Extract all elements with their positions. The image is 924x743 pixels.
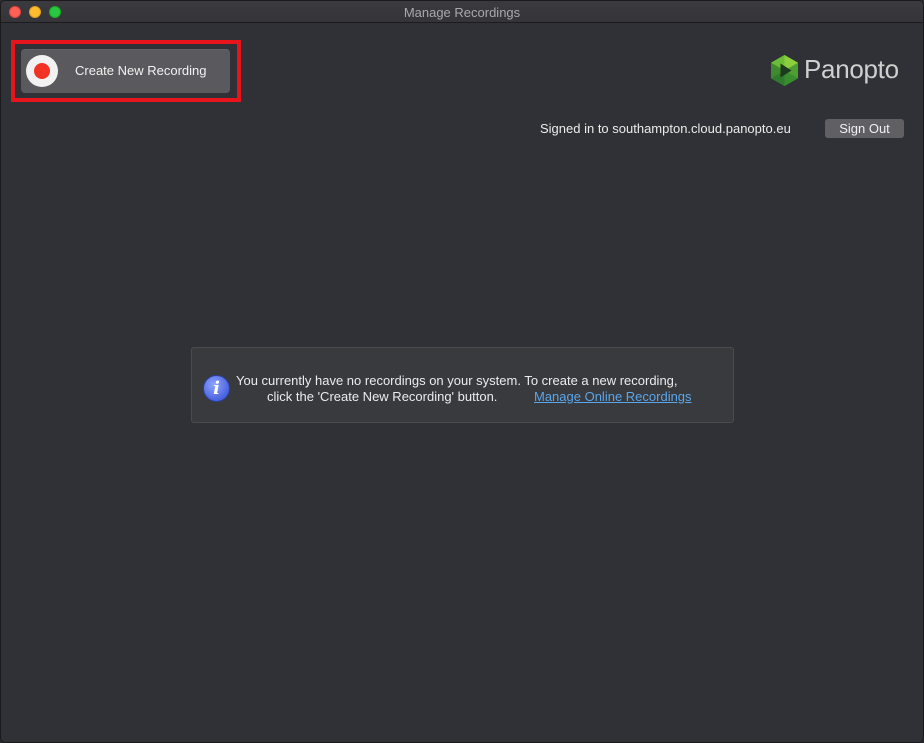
signed-in-status: Signed in to southampton.cloud.panopto.e…	[540, 121, 791, 136]
notice-message-line-2: click the 'Create New Recording' button.	[267, 389, 498, 404]
info-icon: i	[203, 375, 230, 402]
sign-out-button[interactable]: Sign Out	[825, 119, 904, 138]
panopto-logo-mark-icon	[771, 55, 798, 86]
title-bar: Manage Recordings	[1, 1, 923, 23]
create-new-recording-label: Create New Recording	[75, 63, 207, 78]
manage-online-recordings-link[interactable]: Manage Online Recordings	[534, 389, 692, 404]
create-new-recording-button[interactable]: Create New Recording	[21, 49, 230, 93]
notice-message-line-1: You currently have no recordings on your…	[236, 373, 678, 388]
panopto-logo: Panopto	[768, 53, 908, 89]
panopto-wordmark: Panopto	[804, 54, 899, 84]
manage-recordings-window: Manage Recordings Create New Recording P…	[0, 0, 924, 743]
window-title: Manage Recordings	[403, 5, 521, 20]
record-icon	[26, 55, 58, 87]
no-recordings-notice: i You currently have no recordings on yo…	[191, 347, 734, 423]
